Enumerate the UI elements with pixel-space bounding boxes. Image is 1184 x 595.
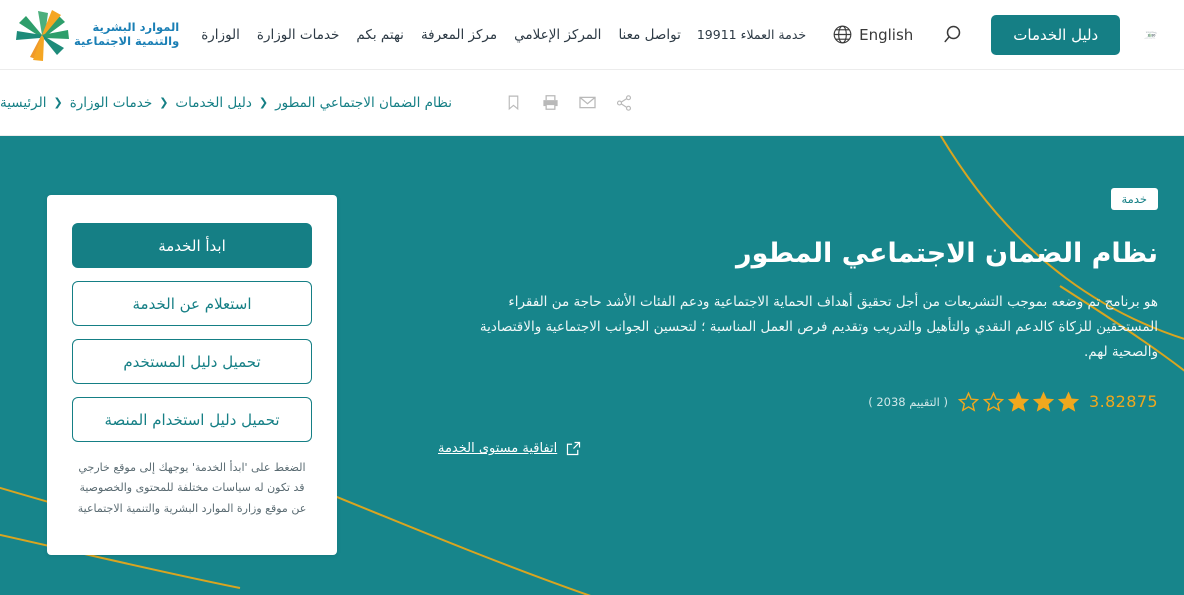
services-guide-button[interactable]: دليل الخدمات bbox=[991, 14, 1121, 55]
customer-service-number[interactable]: خدمة العملاء 19911 bbox=[697, 27, 806, 42]
bookmark-icon[interactable] bbox=[502, 92, 524, 114]
nav-knowledge-center[interactable]: مركز المعرفة bbox=[421, 27, 497, 43]
search-button[interactable] bbox=[943, 22, 967, 48]
service-type-badge: خدمة bbox=[1110, 188, 1158, 210]
vision-2030-logo[interactable]: VISION رؤية 2 30 المملكة العربية السعودي… bbox=[1142, 11, 1158, 59]
breadcrumb-home[interactable]: الرئيسية bbox=[0, 95, 47, 111]
rating-value: 3.82875 bbox=[1089, 392, 1158, 412]
ministry-logo-text: الموارد البشرية والتنمية الاجتماعية bbox=[74, 20, 180, 48]
main-navigation: الوزارة خدمات الوزارة نهتم بكم مركز المع… bbox=[201, 27, 681, 43]
sla-link-row: اتفاقية مستوى الخدمة bbox=[438, 440, 1158, 457]
download-user-guide-button[interactable]: تحميل دليل المستخدم bbox=[72, 339, 312, 384]
rating-count-label: ( 2038 التقييم ) bbox=[868, 394, 949, 409]
ministry-logo-line2: والتنمية الاجتماعية bbox=[74, 33, 180, 48]
download-platform-guide-button[interactable]: تحميل دليل استخدام المنصة bbox=[72, 397, 312, 442]
breadcrumb: الرئيسية ❮ خدمات الوزارة ❮ دليل الخدمات … bbox=[0, 95, 452, 111]
breadcrumb-bar: الرئيسية ❮ خدمات الوزارة ❮ دليل الخدمات … bbox=[0, 70, 1184, 136]
nav-ministry-services[interactable]: خدمات الوزارة bbox=[257, 27, 339, 43]
language-switcher[interactable]: English bbox=[832, 24, 913, 45]
globe-icon bbox=[833, 25, 852, 44]
sla-link[interactable]: اتفاقية مستوى الخدمة bbox=[438, 441, 557, 456]
star-filled-icon[interactable] bbox=[1008, 391, 1030, 413]
service-detail-page: الموارد البشرية والتنمية الاجتماعية الوز… bbox=[0, 0, 1184, 595]
inquire-service-button[interactable]: استعلام عن الخدمة bbox=[72, 281, 312, 326]
external-site-disclaimer: الضغط على 'ابدأ الخدمة' يوجهك إلى موقع خ… bbox=[77, 461, 307, 515]
nav-media-center[interactable]: المركز الإعلامي bbox=[514, 27, 601, 43]
star-filled-icon[interactable] bbox=[1058, 391, 1080, 413]
star-empty-icon[interactable] bbox=[958, 391, 980, 413]
breadcrumb-services-guide[interactable]: دليل الخدمات bbox=[175, 95, 251, 111]
start-service-button[interactable]: ابدأ الخدمة bbox=[72, 223, 312, 268]
page-title: نظام الضمان الاجتماعي المطور bbox=[736, 238, 1158, 269]
hrsd-starburst-icon bbox=[16, 9, 69, 61]
search-icon bbox=[944, 25, 961, 42]
ministry-logo[interactable]: الموارد البشرية والتنمية الاجتماعية bbox=[10, 9, 185, 61]
nav-we-care[interactable]: نهتم بكم bbox=[356, 27, 404, 43]
star-empty-icon[interactable] bbox=[983, 391, 1005, 413]
breadcrumb-ministry-services[interactable]: خدمات الوزارة bbox=[70, 95, 152, 111]
nav-contact-us[interactable]: تواصل معنا bbox=[618, 27, 680, 43]
top-navigation-bar: الموارد البشرية والتنمية الاجتماعية الوز… bbox=[0, 0, 1184, 70]
rating-section: ( 2038 التقييم ) 3.82875 bbox=[438, 391, 1158, 413]
service-actions-card: ابدأ الخدمة استعلام عن الخدمة تحميل دليل… bbox=[47, 195, 337, 555]
page-tools bbox=[502, 92, 635, 114]
language-label: English bbox=[859, 25, 914, 44]
rating-stars[interactable] bbox=[958, 391, 1080, 413]
nav-ministry[interactable]: الوزارة bbox=[201, 27, 240, 43]
breadcrumb-current-page: نظام الضمان الاجتماعي المطور bbox=[275, 94, 452, 111]
service-description: هو برنامج تم وضعه بموجب التشريعات من أجل… bbox=[479, 294, 1158, 361]
svg-text:2: 2 bbox=[1148, 33, 1150, 37]
breadcrumb-separator-icon: ❮ bbox=[159, 96, 169, 109]
star-filled-icon[interactable] bbox=[1033, 391, 1055, 413]
svg-text:30: 30 bbox=[1152, 33, 1156, 37]
print-icon[interactable] bbox=[539, 92, 561, 114]
hero-content: خدمة نظام الضمان الاجتماعي المطور هو برن… bbox=[438, 188, 1158, 457]
breadcrumb-separator-icon: ❮ bbox=[53, 96, 63, 109]
share-icon[interactable] bbox=[613, 92, 635, 114]
external-link-icon bbox=[567, 442, 581, 456]
breadcrumb-separator-icon: ❮ bbox=[258, 96, 269, 109]
ministry-logo-line1: الموارد البشرية bbox=[92, 20, 180, 35]
email-icon[interactable] bbox=[576, 92, 598, 114]
